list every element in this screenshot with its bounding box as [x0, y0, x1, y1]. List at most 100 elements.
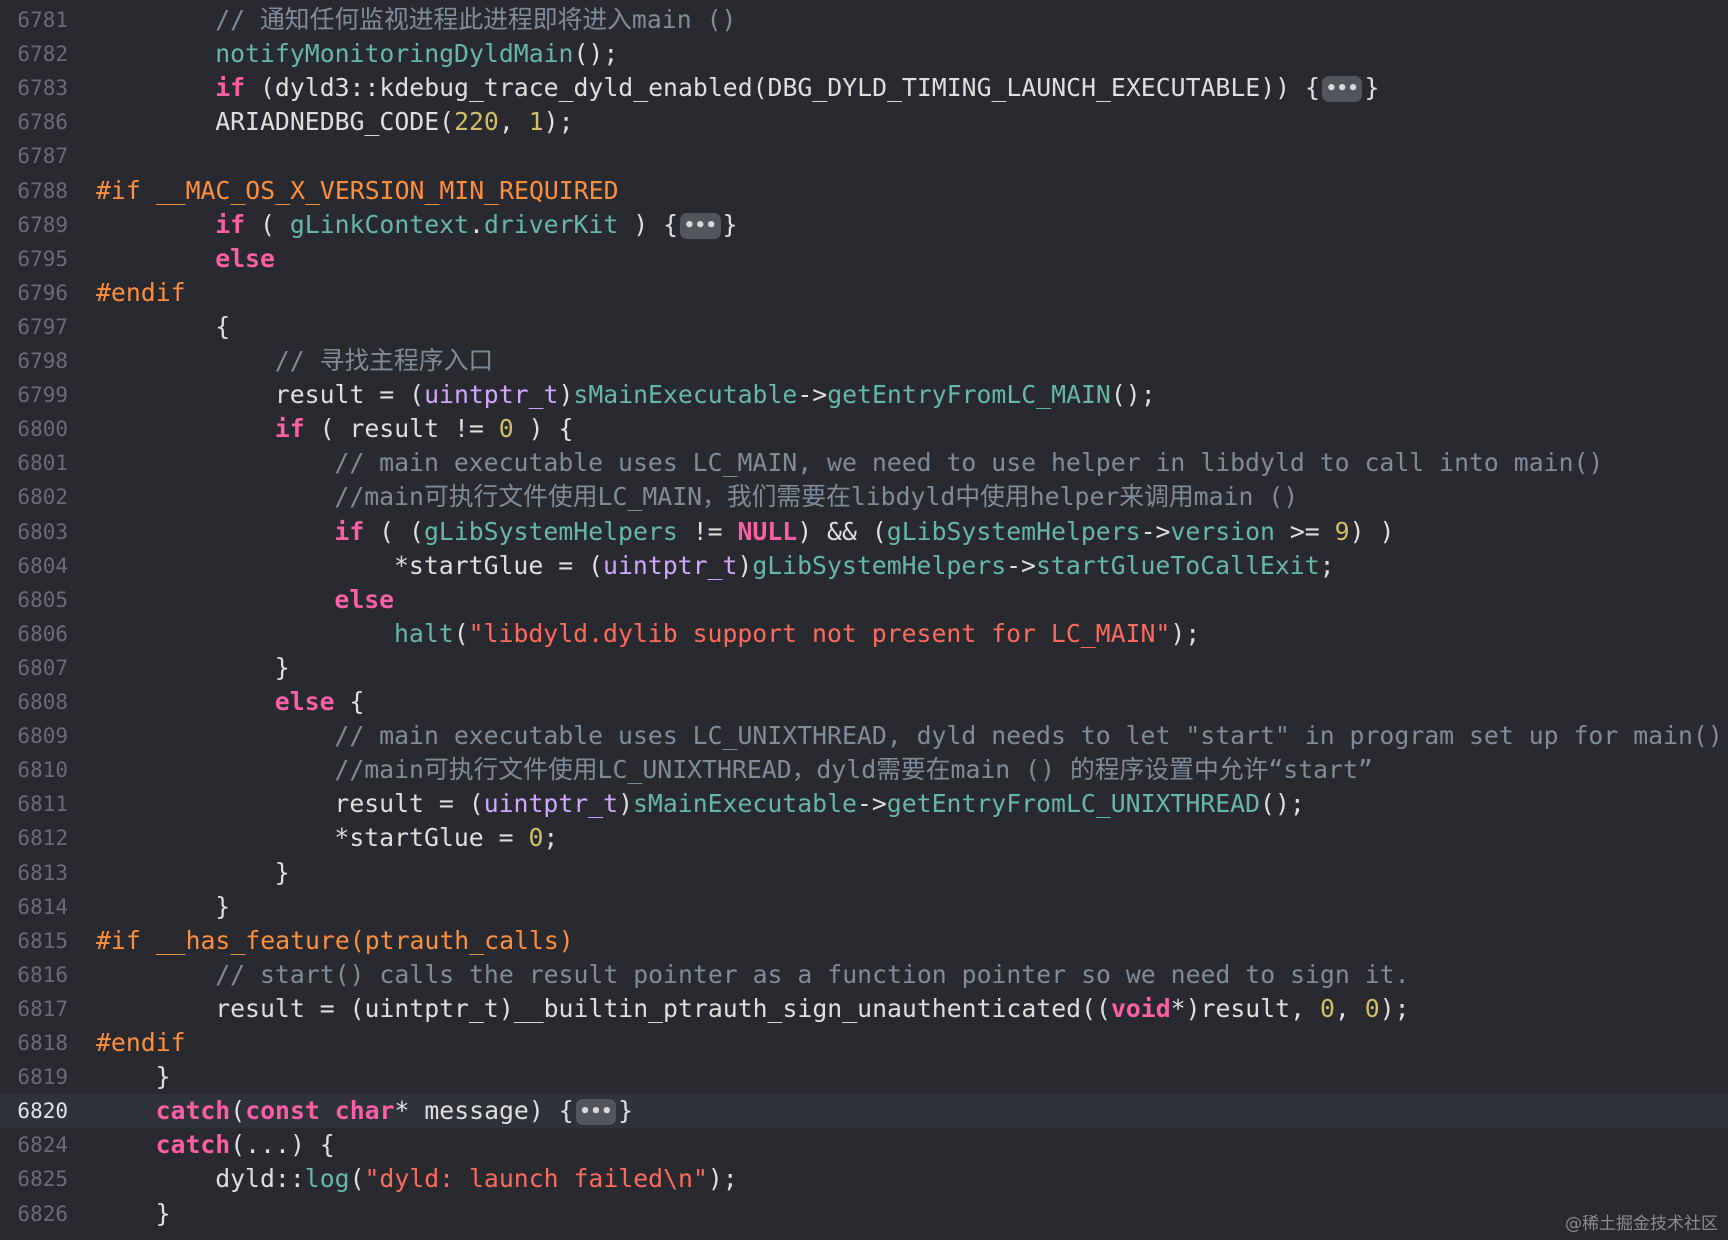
line-number: 6796 — [17, 280, 68, 305]
code-text: catch(...) { — [156, 1130, 335, 1160]
code-token: version — [1170, 516, 1275, 546]
code-line[interactable]: 6796 #endif — [0, 276, 1728, 310]
code-token: //main可执行文件使用LC_MAIN，我们需要在libdyld中使用help… — [334, 482, 1299, 512]
code-line[interactable]: 6816 // start() calls the result pointer … — [0, 958, 1728, 992]
code-token: ; — [1319, 550, 1335, 580]
line-number: 6815 — [17, 928, 68, 953]
code-token: // main executable uses LC_UNIXTHREAD, d… — [334, 721, 1723, 751]
line-number: 6811 — [17, 792, 68, 817]
line-number: 6805 — [17, 587, 68, 612]
code-text: result = (uintptr_t)__builtin_ptrauth_si… — [215, 994, 1409, 1024]
code-token: -> — [797, 380, 828, 410]
line-number: 6798 — [17, 349, 68, 373]
code-line[interactable]: 6783 if (dyld3::kdebug_trace_dyld_enabled… — [0, 71, 1728, 105]
code-token: { — [334, 687, 365, 716]
code-line[interactable]: 6810 //main可执行文件使用LC_UNIXTHREAD，dyld需要在ma… — [0, 753, 1728, 787]
code-token: sMainExecutable — [573, 380, 798, 410]
code-token: ) — [737, 550, 753, 580]
code-token: ) — [618, 789, 633, 819]
code-token: notifyMonitoringDyldMain — [215, 39, 574, 69]
code-token: // main executable uses LC_MAIN, we need… — [334, 448, 1604, 478]
code-token: { — [215, 311, 231, 341]
code-token: ( result != — [304, 414, 499, 444]
code-text: notifyMonitoringDyldMain(); — [215, 39, 618, 69]
code-token: void — [1110, 993, 1171, 1023]
code-text: dyld::log("dyld: launch failed\n"); — [215, 1164, 738, 1194]
code-token: (); — [1260, 789, 1305, 819]
watermark: @稀土掘金技术社区 — [1565, 1214, 1718, 1234]
code-line[interactable]: 6803 if ( (gLibSystemHelpers != NULL) && … — [0, 515, 1728, 549]
line-number: 6809 — [17, 724, 68, 749]
code-token: >= — [1274, 516, 1335, 546]
code-text: } — [156, 1062, 171, 1092]
code-token: #if __MAC_OS_X_VERSION_MIN_REQUIRED — [96, 175, 619, 205]
line-number: 6825 — [17, 1167, 68, 1192]
code-line[interactable]: 6815 #if __has_feature(ptrauth_calls) — [0, 924, 1728, 958]
code-text: ARIADNEDBG_CODE(220, 1); — [215, 107, 573, 137]
code-line[interactable]: 6820 catch(const char* message) {•••} — [0, 1094, 1728, 1129]
line-number: 6816 — [17, 962, 68, 987]
line-number: 6797 — [17, 314, 68, 339]
code-token: *startGlue = — [334, 823, 529, 853]
code-line[interactable]: 6798 // 寻找主程序入口 — [0, 344, 1728, 378]
code-line[interactable]: 6782 notifyMonitoringDyldMain(); — [0, 37, 1728, 71]
code-token: } — [618, 1096, 634, 1126]
code-text: // 寻找主程序入口 — [275, 346, 493, 376]
code-line[interactable]: 6802 //main可执行文件使用LC_MAIN，我们需要在libdyld中使用… — [0, 480, 1728, 514]
code-line[interactable]: 6808 else { — [0, 685, 1728, 719]
code-line[interactable]: 6800 if ( result != 0 ) { — [0, 412, 1728, 446]
code-line[interactable]: 6811 result = (uintptr_t)sMainExecutable-… — [0, 787, 1728, 821]
code-line[interactable]: 6795 else — [0, 242, 1728, 276]
code-line[interactable]: 6826} — [0, 1197, 1728, 1231]
code-line[interactable]: 6809 // main executable uses LC_UNIXTHREA… — [0, 719, 1728, 753]
code-fold-button[interactable]: ••• — [575, 1099, 617, 1126]
code-line[interactable]: 6819} — [0, 1060, 1728, 1094]
code-token: } — [155, 1198, 171, 1228]
code-line[interactable]: 6789 if ( gLinkContext.driverKit ) {•••} — [0, 208, 1728, 242]
code-editor[interactable]: 6781 // 通知任何监视进程此进程即将进入main () 6782 notifyM… — [0, 0, 1728, 1240]
code-token: } — [155, 1062, 171, 1092]
code-token: "dyld: launch failed\n" — [364, 1164, 708, 1194]
code-line[interactable]: 6806 halt("libdyld.dylib support not pres… — [0, 617, 1728, 651]
code-token: ) — [558, 380, 574, 410]
code-token: } — [274, 857, 290, 887]
code-fold-button[interactable]: ••• — [1321, 76, 1363, 103]
code-token: uintptr_t — [424, 380, 559, 410]
code-line[interactable]: 6818 #endif — [0, 1026, 1728, 1060]
code-token: NULL — [737, 516, 798, 546]
code-token: ) { — [513, 414, 574, 444]
code-text: } — [275, 653, 290, 683]
code-line[interactable]: 6781 // 通知任何监视进程此进程即将进入main () — [0, 3, 1728, 37]
code-fold-button[interactable]: ••• — [680, 212, 721, 239]
code-line[interactable]: 6787 — [0, 139, 1728, 173]
code-line[interactable]: 6804 *startGlue = (uintptr_t)gLibSystemHe… — [0, 549, 1728, 583]
code-line[interactable]: 6788 #if __MAC_OS_X_VERSION_MIN_REQUIRED — [0, 174, 1728, 208]
code-line[interactable]: 6814} — [0, 890, 1728, 924]
code-text: //main可执行文件使用LC_UNIXTHREAD，dyld需要在main (… — [334, 755, 1372, 785]
code-token: result = ( — [274, 380, 425, 410]
code-line[interactable]: 6817 result = (uintptr_t)__builtin_ptraut… — [0, 992, 1728, 1026]
code-text: else { — [275, 687, 365, 717]
code-line[interactable]: 6825 dyld::log("dyld: launch failed\n"); — [0, 1162, 1728, 1196]
code-line[interactable]: 6807} — [0, 651, 1728, 685]
code-line[interactable]: 6812 *startGlue = 0; — [0, 821, 1728, 855]
code-token: "libdyld.dylib support not present for L… — [468, 618, 1171, 648]
code-token: // start() calls the result pointer as a… — [215, 959, 1410, 989]
line-number: 6826 — [17, 1201, 68, 1226]
code-text: // main executable uses LC_MAIN, we need… — [334, 448, 1603, 478]
code-line[interactable]: 6799 result = (uintptr_t)sMainExecutable-… — [0, 378, 1728, 412]
code-line[interactable]: 6801 // main executable uses LC_MAIN, we … — [0, 446, 1728, 480]
code-line[interactable]: 6805 else — [0, 583, 1728, 617]
line-number: 6781 — [17, 8, 68, 32]
code-text: result = (uintptr_t)sMainExecutable->get… — [275, 380, 1156, 410]
code-line[interactable]: 6797 { — [0, 310, 1728, 344]
code-token: 0 — [528, 823, 544, 853]
code-token: 0 — [498, 414, 514, 444]
code-line[interactable]: 6813} — [0, 856, 1728, 890]
code-line[interactable]: 6824 catch(...) { — [0, 1128, 1728, 1162]
code-token: 9 — [1334, 516, 1350, 546]
code-line[interactable]: 6786 ARIADNEDBG_CODE(220, 1); — [0, 105, 1728, 139]
code-token: catch — [155, 1130, 231, 1160]
code-token: sMainExecutable — [633, 789, 857, 819]
line-number: 6824 — [17, 1133, 68, 1158]
